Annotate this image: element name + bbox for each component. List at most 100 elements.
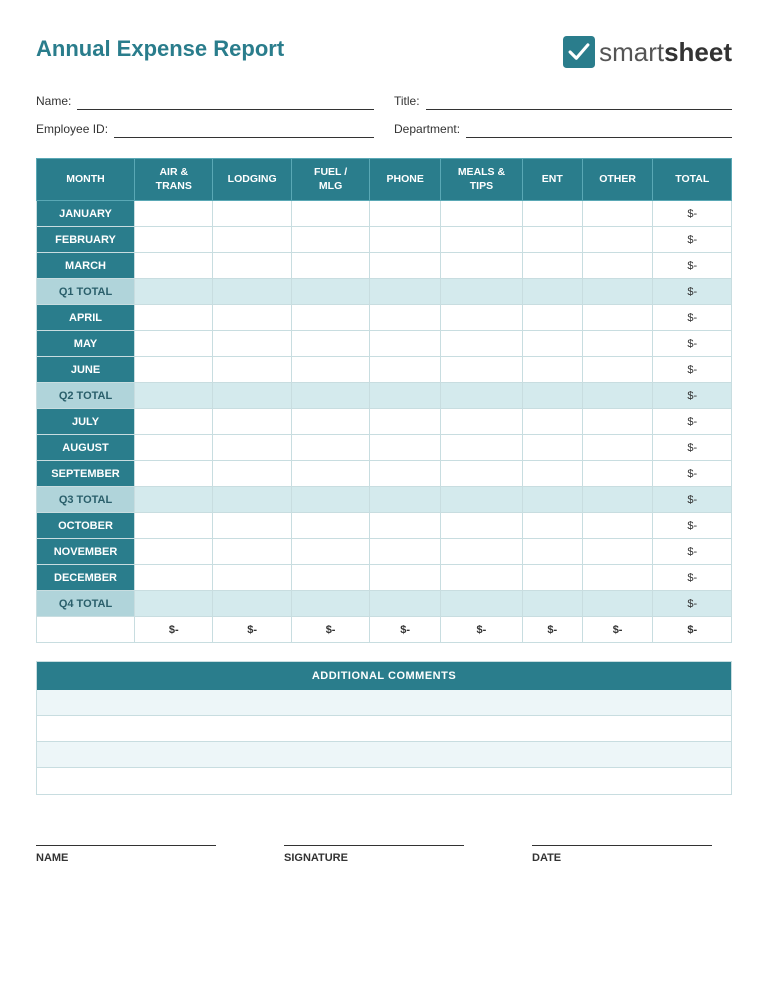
comments-header: ADDITIONAL COMMENTS bbox=[37, 662, 731, 690]
data-cell bbox=[291, 227, 369, 253]
data-cell bbox=[213, 227, 291, 253]
data-cell bbox=[370, 435, 441, 461]
logo: smartsheet bbox=[563, 36, 732, 68]
data-cell bbox=[522, 383, 582, 409]
sig-name-label: NAME bbox=[36, 852, 236, 864]
data-cell bbox=[441, 565, 523, 591]
data-cell bbox=[135, 513, 213, 539]
department-label: Department: bbox=[394, 122, 460, 136]
data-cell bbox=[582, 513, 653, 539]
table-row: MAY$- bbox=[37, 331, 732, 357]
data-cell bbox=[441, 227, 523, 253]
sig-date: DATE bbox=[532, 845, 732, 864]
name-input[interactable] bbox=[77, 92, 374, 110]
data-cell bbox=[291, 539, 369, 565]
form-row-1: Name: Title: bbox=[36, 92, 732, 110]
data-cell bbox=[582, 591, 653, 617]
data-cell bbox=[522, 565, 582, 591]
data-cell bbox=[135, 591, 213, 617]
form-fields: Name: Title: Employee ID: Department: bbox=[36, 92, 732, 138]
table-row: Q2 TOTAL$- bbox=[37, 383, 732, 409]
data-cell bbox=[135, 409, 213, 435]
logo-check-icon bbox=[563, 36, 595, 68]
department-input[interactable] bbox=[466, 120, 732, 138]
data-cell bbox=[370, 513, 441, 539]
department-field-group: Department: bbox=[394, 120, 732, 138]
data-cell bbox=[213, 461, 291, 487]
page-header: Annual Expense Report smartsheet bbox=[36, 36, 732, 68]
sig-date-label: DATE bbox=[532, 852, 732, 864]
data-cell bbox=[582, 357, 653, 383]
data-cell bbox=[370, 305, 441, 331]
table-row: MARCH$- bbox=[37, 253, 732, 279]
data-cell bbox=[582, 565, 653, 591]
data-cell bbox=[370, 409, 441, 435]
data-cell bbox=[291, 279, 369, 305]
data-cell bbox=[582, 253, 653, 279]
data-cell bbox=[370, 331, 441, 357]
employee-id-input[interactable] bbox=[114, 120, 374, 138]
footer-total-cell: $- bbox=[582, 617, 653, 643]
quarter-label: Q3 TOTAL bbox=[37, 487, 135, 513]
data-cell bbox=[522, 591, 582, 617]
footer-total-cell: $- bbox=[522, 617, 582, 643]
table-row: Q1 TOTAL$- bbox=[37, 279, 732, 305]
data-cell bbox=[370, 591, 441, 617]
table-row: NOVEMBER$- bbox=[37, 539, 732, 565]
footer-total-cell: $- bbox=[135, 617, 213, 643]
total-cell: $- bbox=[653, 305, 732, 331]
comments-body bbox=[37, 690, 731, 794]
data-cell bbox=[522, 357, 582, 383]
total-cell: $- bbox=[653, 513, 732, 539]
data-cell bbox=[135, 461, 213, 487]
data-cell bbox=[291, 383, 369, 409]
footer-total-cell: $- bbox=[370, 617, 441, 643]
data-cell bbox=[213, 383, 291, 409]
data-cell bbox=[213, 253, 291, 279]
table-header-row: MONTH AIR &TRANS LODGING FUEL /MLG PHONE… bbox=[37, 159, 732, 201]
data-cell bbox=[291, 487, 369, 513]
comments-line-3 bbox=[37, 742, 731, 768]
total-footer-row: $-$-$-$-$-$-$-$- bbox=[37, 617, 732, 643]
sig-name: NAME bbox=[36, 845, 236, 864]
month-label: DECEMBER bbox=[37, 565, 135, 591]
month-label: SEPTEMBER bbox=[37, 461, 135, 487]
report-title: Annual Expense Report bbox=[36, 36, 284, 62]
name-field-group: Name: bbox=[36, 92, 374, 110]
total-cell: $- bbox=[653, 331, 732, 357]
data-cell bbox=[582, 305, 653, 331]
logo-light-text: smart bbox=[599, 37, 664, 67]
data-cell bbox=[213, 357, 291, 383]
data-cell bbox=[441, 383, 523, 409]
comments-section: ADDITIONAL COMMENTS bbox=[36, 661, 732, 795]
title-input[interactable] bbox=[426, 92, 732, 110]
total-cell: $- bbox=[653, 253, 732, 279]
table-row: JANUARY$- bbox=[37, 201, 732, 227]
total-cell: $- bbox=[653, 435, 732, 461]
data-cell bbox=[441, 461, 523, 487]
col-total: TOTAL bbox=[653, 159, 732, 201]
month-label: NOVEMBER bbox=[37, 539, 135, 565]
data-cell bbox=[370, 227, 441, 253]
data-cell bbox=[441, 591, 523, 617]
table-row: JUNE$- bbox=[37, 357, 732, 383]
comments-line-4 bbox=[37, 768, 731, 794]
data-cell bbox=[522, 201, 582, 227]
data-cell bbox=[582, 383, 653, 409]
total-cell: $- bbox=[653, 227, 732, 253]
table-row: OCTOBER$- bbox=[37, 513, 732, 539]
col-lodging: LODGING bbox=[213, 159, 291, 201]
total-cell: $- bbox=[653, 357, 732, 383]
data-cell bbox=[522, 227, 582, 253]
quarter-label: Q4 TOTAL bbox=[37, 591, 135, 617]
footer-label bbox=[37, 617, 135, 643]
month-label: AUGUST bbox=[37, 435, 135, 461]
data-cell bbox=[135, 383, 213, 409]
data-cell bbox=[213, 565, 291, 591]
data-cell bbox=[582, 461, 653, 487]
sig-name-line bbox=[36, 845, 216, 846]
data-cell bbox=[135, 227, 213, 253]
data-cell bbox=[213, 279, 291, 305]
data-cell bbox=[582, 279, 653, 305]
logo-text: smartsheet bbox=[599, 37, 732, 68]
